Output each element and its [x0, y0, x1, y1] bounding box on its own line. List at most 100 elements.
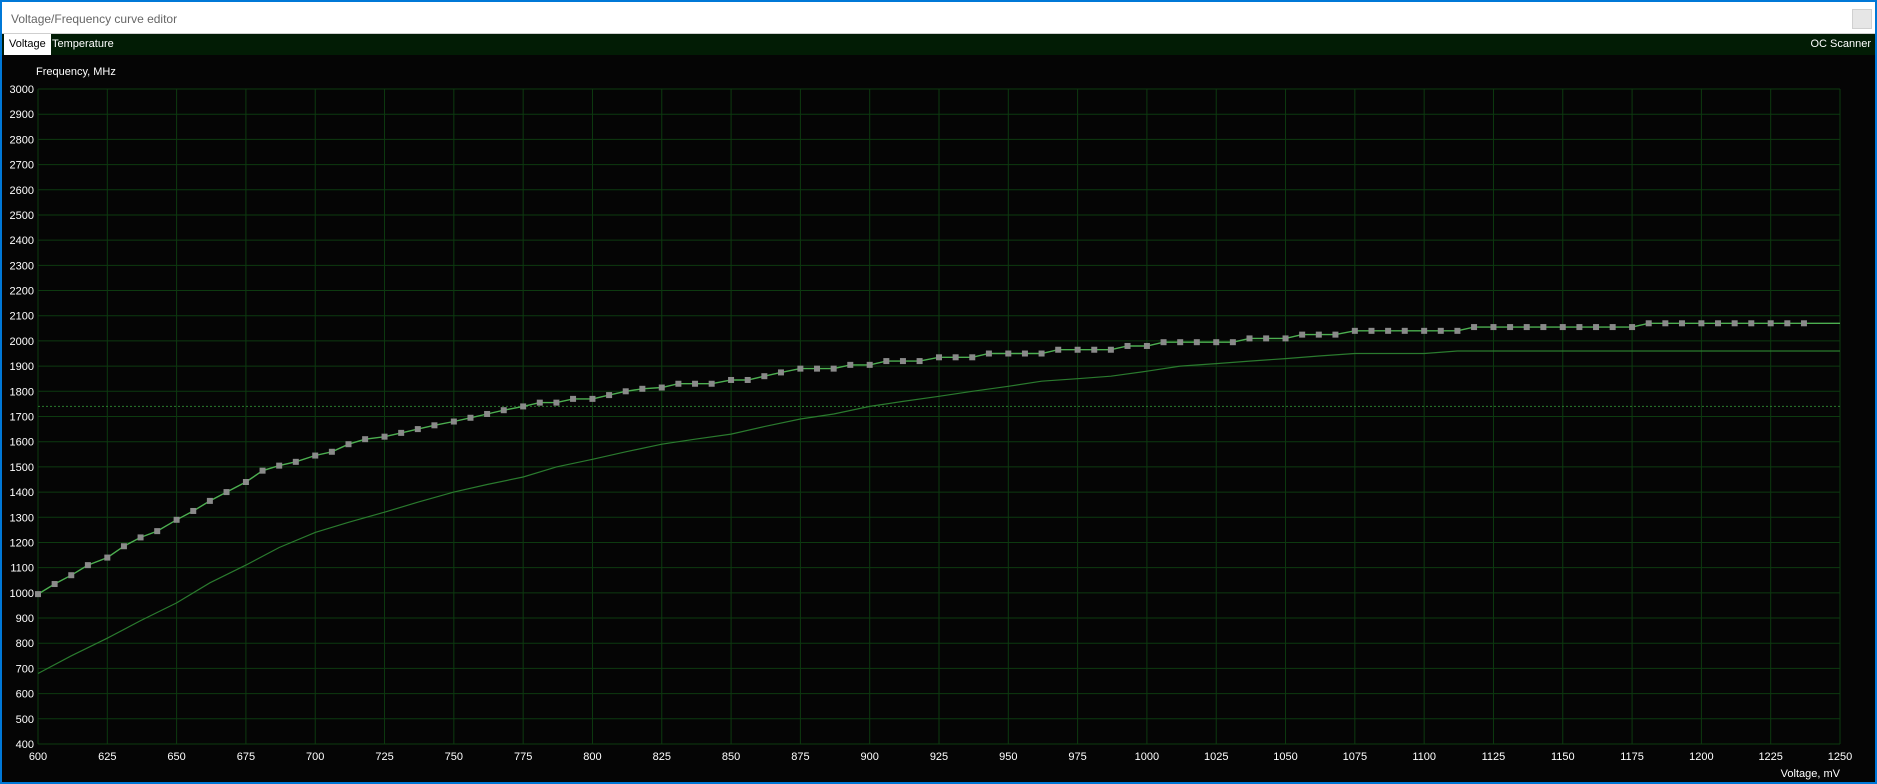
- curve-point[interactable]: [450, 418, 457, 425]
- curve-point[interactable]: [777, 369, 784, 376]
- curve-point[interactable]: [1490, 324, 1497, 331]
- curve-point[interactable]: [1507, 324, 1514, 331]
- curve-point[interactable]: [1540, 324, 1547, 331]
- curve-point[interactable]: [553, 399, 560, 406]
- curve-point[interactable]: [606, 392, 613, 399]
- curve-point[interactable]: [728, 376, 735, 383]
- curve-point[interactable]: [1332, 331, 1339, 338]
- curve-point[interactable]: [120, 543, 127, 550]
- curve-point[interactable]: [1767, 320, 1774, 327]
- curve-point[interactable]: [1678, 320, 1685, 327]
- curve-point[interactable]: [484, 410, 491, 417]
- curve-point[interactable]: [35, 591, 41, 598]
- curve-point[interactable]: [500, 407, 507, 414]
- curve-point[interactable]: [345, 441, 352, 448]
- curve-point[interactable]: [847, 361, 854, 368]
- curve-point[interactable]: [814, 365, 821, 372]
- curve-point[interactable]: [1177, 339, 1184, 346]
- curve-point[interactable]: [883, 358, 890, 365]
- curve-point[interactable]: [1471, 324, 1478, 331]
- curve-point[interactable]: [658, 384, 665, 391]
- curve-point[interactable]: [675, 380, 682, 387]
- curve-point[interactable]: [866, 361, 873, 368]
- curve-point[interactable]: [570, 395, 577, 402]
- curve-point[interactable]: [761, 373, 768, 380]
- curve-point[interactable]: [536, 399, 543, 406]
- curve-point[interactable]: [1038, 350, 1045, 357]
- curve-point[interactable]: [1593, 324, 1600, 331]
- tab-voltage[interactable]: Voltage: [4, 34, 51, 55]
- curve-point[interactable]: [952, 354, 959, 361]
- curve-point[interactable]: [1645, 320, 1652, 327]
- curve-point[interactable]: [1698, 320, 1705, 327]
- curve-point[interactable]: [190, 507, 197, 514]
- curve-point[interactable]: [398, 429, 405, 436]
- curve-point[interactable]: [936, 354, 942, 361]
- curve-point[interactable]: [1662, 320, 1669, 327]
- curve-point[interactable]: [916, 358, 923, 365]
- curve-point[interactable]: [1368, 327, 1375, 334]
- curve-point[interactable]: [1748, 320, 1755, 327]
- curve-point[interactable]: [68, 572, 75, 579]
- curve-point[interactable]: [51, 581, 58, 588]
- vf-curve-chart[interactable]: 400 500 600 700 800 900 1000 1100 1200 1300 1400 15…: [2, 55, 1875, 782]
- curve-point[interactable]: [1800, 320, 1807, 327]
- curve-point[interactable]: [1213, 339, 1220, 346]
- close-button[interactable]: [1852, 9, 1872, 29]
- curve-point[interactable]: [1576, 324, 1583, 331]
- curve-point[interactable]: [206, 497, 213, 504]
- curve-point[interactable]: [1523, 324, 1530, 331]
- curve-point[interactable]: [173, 516, 180, 523]
- curve-point[interactable]: [276, 462, 283, 469]
- curve-point[interactable]: [1629, 324, 1636, 331]
- curve-point[interactable]: [1021, 350, 1028, 357]
- curve-point[interactable]: [154, 528, 161, 535]
- curve-point[interactable]: [312, 452, 319, 459]
- curve-point[interactable]: [328, 448, 335, 455]
- curve-point[interactable]: [223, 489, 230, 496]
- curve-point[interactable]: [708, 380, 715, 387]
- curve-point[interactable]: [1246, 335, 1253, 342]
- curve-point[interactable]: [1715, 320, 1722, 327]
- curve-point[interactable]: [242, 479, 249, 485]
- curve-point[interactable]: [1160, 339, 1167, 346]
- curve-point[interactable]: [137, 534, 144, 541]
- curve-point[interactable]: [1282, 335, 1289, 342]
- curve-point[interactable]: [1263, 335, 1270, 342]
- curve-point[interactable]: [520, 403, 527, 410]
- curve-point[interactable]: [362, 436, 369, 443]
- curve-point[interactable]: [744, 376, 751, 383]
- curve-point[interactable]: [1124, 342, 1131, 349]
- curve-point[interactable]: [797, 365, 804, 372]
- curve-point[interactable]: [259, 467, 266, 474]
- title-bar[interactable]: Voltage/Frequency curve editor: [2, 2, 1875, 34]
- curve-point[interactable]: [1731, 320, 1738, 327]
- curve-point[interactable]: [985, 350, 992, 357]
- curve-point[interactable]: [1193, 339, 1200, 346]
- curve-point[interactable]: [1784, 320, 1791, 327]
- curve-point[interactable]: [1299, 331, 1306, 338]
- curve-point[interactable]: [1143, 342, 1150, 349]
- curve-point[interactable]: [830, 365, 837, 372]
- curve-point[interactable]: [692, 380, 699, 387]
- curve-point[interactable]: [1229, 339, 1236, 346]
- curve-point[interactable]: [84, 562, 91, 569]
- curve-point[interactable]: [1421, 327, 1428, 334]
- curve-points[interactable]: [35, 320, 1807, 598]
- curve-point[interactable]: [1107, 346, 1114, 353]
- curve-point[interactable]: [969, 354, 976, 361]
- curve-point[interactable]: [1351, 327, 1358, 334]
- curve-point[interactable]: [1454, 327, 1461, 334]
- curve-point[interactable]: [381, 433, 388, 440]
- oc-scanner-button[interactable]: OC Scanner: [1810, 34, 1871, 55]
- curve-point[interactable]: [899, 358, 906, 365]
- curve-point[interactable]: [639, 385, 646, 392]
- curve-point[interactable]: [1437, 327, 1444, 334]
- curve-point[interactable]: [589, 395, 596, 402]
- curve-point[interactable]: [1091, 346, 1098, 353]
- curve-point[interactable]: [431, 422, 438, 429]
- curve-point[interactable]: [1559, 324, 1566, 331]
- curve-point[interactable]: [467, 414, 474, 421]
- curve-point[interactable]: [1385, 327, 1392, 334]
- curve-point[interactable]: [414, 426, 421, 433]
